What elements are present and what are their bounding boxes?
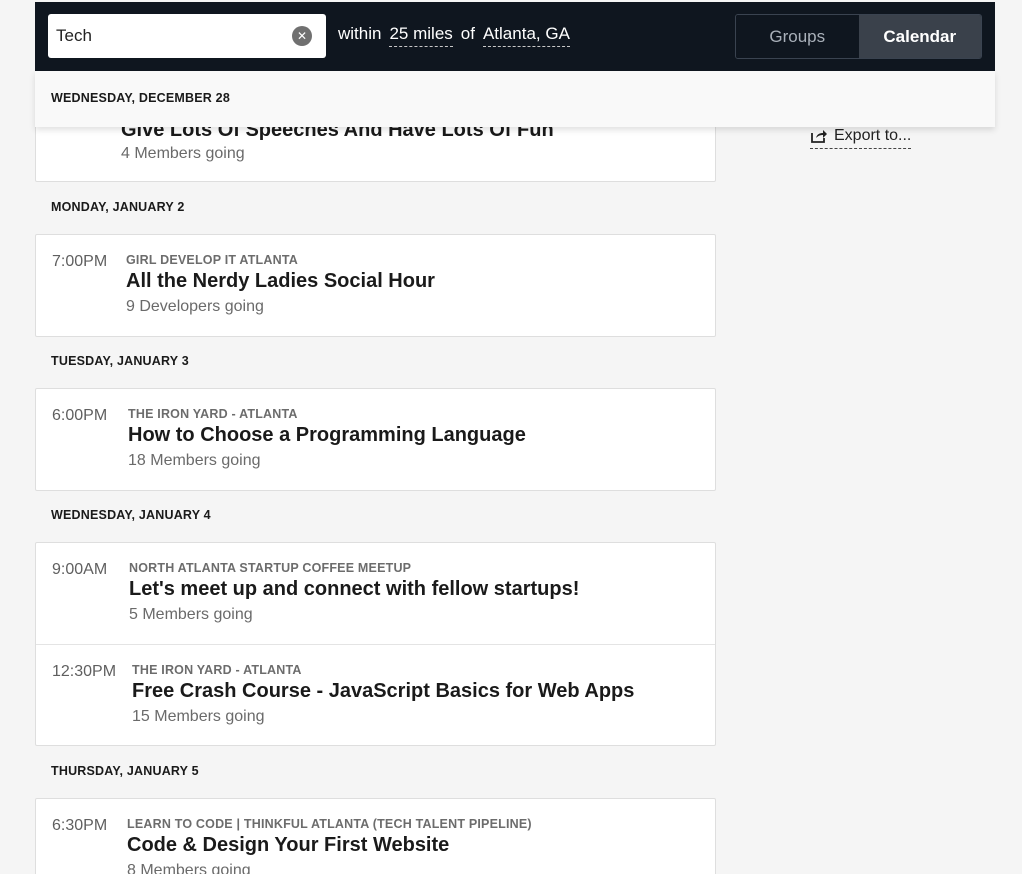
- day-events-card: 9:00AM NORTH ATLANTA STARTUP COFFEE MEET…: [35, 542, 716, 746]
- location-dropdown[interactable]: Atlanta, GA: [482, 24, 570, 47]
- export-link[interactable]: Export to...: [810, 127, 912, 149]
- event-row[interactable]: 6:30PM LEARN TO CODE | THINKFUL ATLANTA …: [36, 799, 715, 874]
- event-title[interactable]: Let's meet up and connect with fellow st…: [129, 578, 579, 601]
- event-time: 6:30PM: [52, 817, 108, 834]
- within-label: within: [338, 24, 382, 43]
- event-group[interactable]: LEARN TO CODE | THINKFUL ATLANTA (TECH T…: [127, 817, 532, 831]
- search-input[interactable]: [56, 26, 276, 46]
- search-box: ✕: [48, 14, 326, 58]
- day-events-card: 7:00PM GIRL DEVELOP IT ATLANTA All the N…: [35, 234, 716, 337]
- radius-dropdown[interactable]: 25 miles: [389, 24, 453, 47]
- event-title[interactable]: How to Choose a Programming Language: [128, 424, 526, 447]
- event-going: 15 Members going: [132, 708, 265, 725]
- export-icon: [811, 130, 827, 143]
- export-label: Export to...: [834, 127, 912, 144]
- page: ✕ within 25 miles of Atlanta, GA Groups …: [0, 0, 1022, 874]
- event-title[interactable]: All the Nerdy Ladies Social Hour: [126, 270, 435, 293]
- day-header: MONDAY, JANUARY 2: [51, 200, 185, 214]
- event-time: 7:00PM: [52, 253, 108, 270]
- event-time: 12:30PM: [52, 663, 117, 680]
- sticky-day-header: WEDNESDAY, DECEMBER 28: [35, 71, 995, 127]
- event-time: 6:00PM: [52, 407, 108, 424]
- location-filter: within 25 miles of Atlanta, GA: [338, 24, 578, 47]
- day-events-card: 6:00PM THE IRON YARD - ATLANTA How to Ch…: [35, 388, 716, 491]
- event-row[interactable]: 6:00PM THE IRON YARD - ATLANTA How to Ch…: [36, 389, 715, 490]
- event-row[interactable]: 9:00AM NORTH ATLANTA STARTUP COFFEE MEET…: [36, 543, 715, 644]
- event-group[interactable]: THE IRON YARD - ATLANTA: [128, 407, 298, 421]
- calendar-tab[interactable]: Calendar: [858, 15, 981, 58]
- clear-search-icon[interactable]: ✕: [292, 26, 312, 46]
- groups-tab[interactable]: Groups: [736, 15, 859, 58]
- event-title[interactable]: Code & Design Your First Website: [127, 834, 449, 857]
- day-events-card: 6:30PM LEARN TO CODE | THINKFUL ATLANTA …: [35, 798, 716, 874]
- event-going: 4 Members going: [121, 145, 245, 162]
- event-group[interactable]: NORTH ATLANTA STARTUP COFFEE MEETUP: [129, 561, 411, 575]
- of-label: of: [460, 24, 475, 43]
- view-toggle: Groups Calendar: [735, 14, 982, 59]
- event-group[interactable]: GIRL DEVELOP IT ATLANTA: [126, 253, 298, 267]
- event-going: 8 Members going: [127, 862, 251, 874]
- day-header: TUESDAY, JANUARY 3: [51, 354, 189, 368]
- event-going: 18 Members going: [128, 452, 261, 469]
- sticky-day-label: WEDNESDAY, DECEMBER 28: [51, 91, 230, 105]
- event-title[interactable]: Free Crash Course - JavaScript Basics fo…: [132, 680, 634, 703]
- event-row[interactable]: 7:00PM GIRL DEVELOP IT ATLANTA All the N…: [36, 235, 715, 336]
- event-going: 5 Members going: [129, 606, 253, 623]
- event-group[interactable]: THE IRON YARD - ATLANTA: [132, 663, 302, 677]
- event-time: 9:00AM: [52, 561, 108, 578]
- search-bar: ✕ within 25 miles of Atlanta, GA Groups …: [35, 2, 995, 71]
- day-header: THURSDAY, JANUARY 5: [51, 764, 199, 778]
- event-row[interactable]: 12:30PM THE IRON YARD - ATLANTA Free Cra…: [36, 644, 715, 745]
- event-going: 9 Developers going: [126, 298, 264, 315]
- day-header: WEDNESDAY, JANUARY 4: [51, 508, 211, 522]
